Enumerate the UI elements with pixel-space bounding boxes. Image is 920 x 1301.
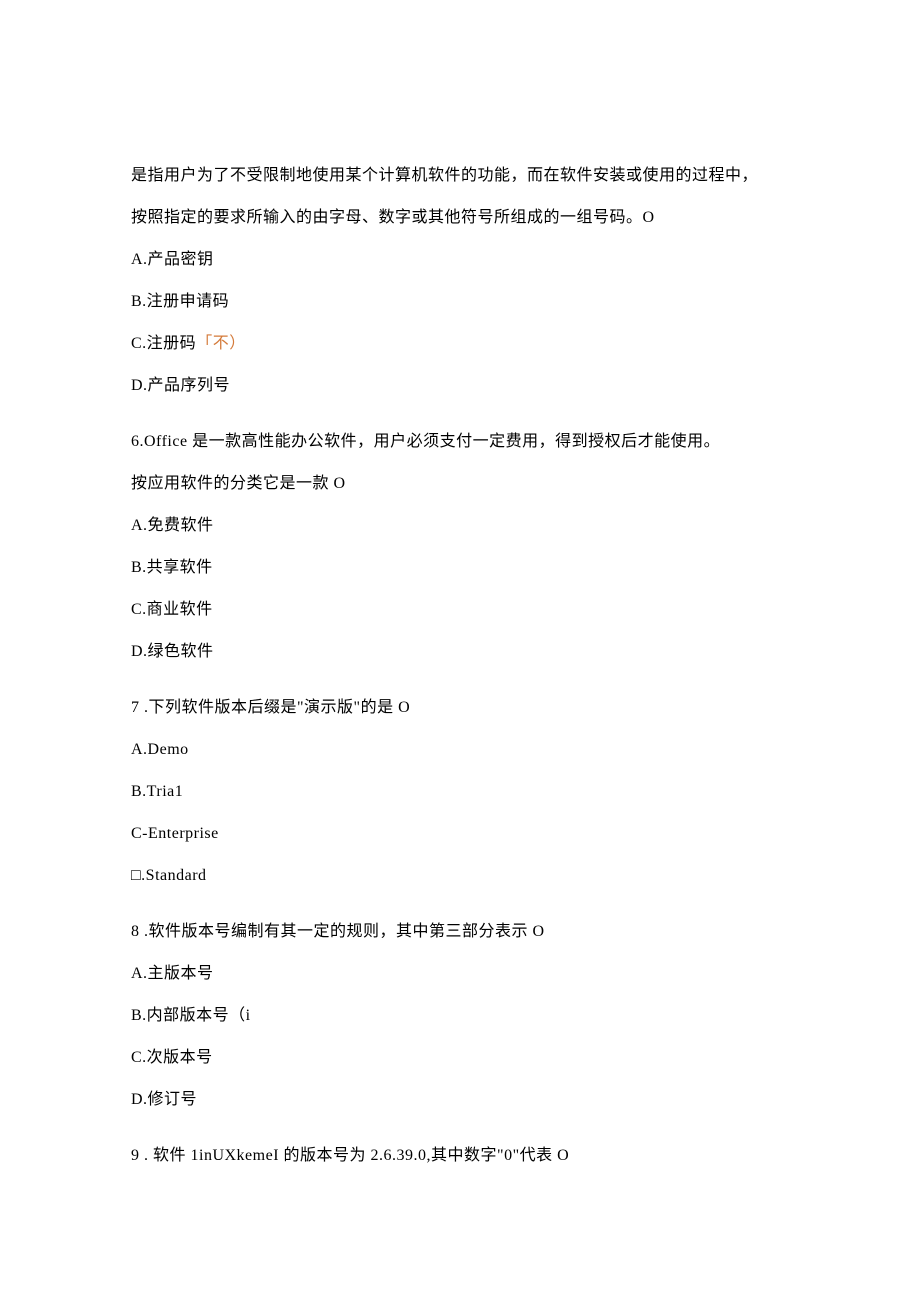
q7-stem: 7 .下列软件版本后缀是"演示版"的是 O [131, 696, 790, 720]
q7-option-b: B.Tria1 [131, 780, 790, 804]
q6-option-b: B.共享软件 [131, 556, 790, 580]
q5-option-a: A.产品密钥 [131, 248, 790, 272]
q6-option-a: A.免费软件 [131, 514, 790, 538]
q5-stem-line2: 按照指定的要求所输入的由字母、数字或其他符号所组成的一组号码。O [131, 206, 790, 230]
q9-stem: 9 . 软件 1inUXkemeI 的版本号为 2.6.39.0,其中数字"0"… [131, 1144, 790, 1168]
q6-option-d: D.绿色软件 [131, 640, 790, 664]
document-page: 是指用户为了不受限制地使用某个计算机软件的功能，而在软件安装或使用的过程中， 按… [0, 0, 920, 1286]
q7-option-c: C-Enterprise [131, 822, 790, 846]
q7-option-d: □.Standard [131, 864, 790, 888]
q7-option-a: A.Demo [131, 738, 790, 762]
q5-option-b: B.注册申请码 [131, 290, 790, 314]
q6-stem-line2: 按应用软件的分类它是一款 O [131, 472, 790, 496]
q5-stem-line1: 是指用户为了不受限制地使用某个计算机软件的功能，而在软件安装或使用的过程中， [131, 164, 790, 188]
q6-stem-line1: 6.Office 是一款高性能办公软件，用户必须支付一定费用，得到授权后才能使用… [131, 430, 790, 454]
q8-option-d: D.修订号 [131, 1088, 790, 1112]
q8-option-a: A.主版本号 [131, 962, 790, 986]
q5-option-c: C.注册码「不） [131, 332, 790, 356]
q5-option-c-text: C.注册码 [131, 335, 196, 352]
q5-option-d: D.产品序列号 [131, 374, 790, 398]
q8-option-b: B.内部版本号（i [131, 1004, 790, 1028]
q8-stem: 8 .软件版本号编制有其一定的规则，其中第三部分表示 O [131, 920, 790, 944]
q8-option-c: C.次版本号 [131, 1046, 790, 1070]
q5-option-c-mark: 「不） [196, 335, 246, 352]
q6-option-c: C.商业软件 [131, 598, 790, 622]
